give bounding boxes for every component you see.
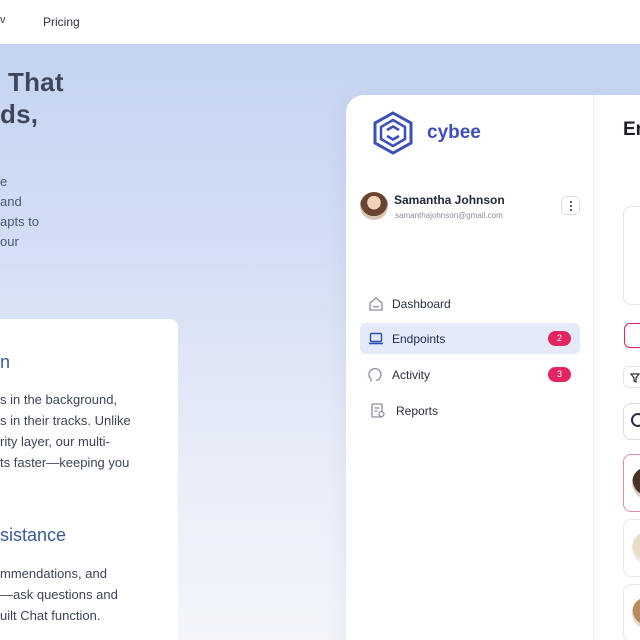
action-button[interactable] (624, 323, 640, 348)
hero-description-line: e (0, 174, 8, 189)
feature-body-line: —ask questions and (0, 587, 118, 602)
feature-body-line: uilt Chat function. (0, 608, 101, 623)
hero-headline: That ds, (0, 66, 64, 130)
avatar (632, 597, 640, 629)
sidebar-item-endpoints[interactable]: Endpoints 2 (360, 323, 580, 354)
kebab-dot (570, 205, 572, 207)
sidebar-item-dashboard[interactable]: Dashboard (360, 288, 580, 319)
hero-description-line: apts to (0, 214, 40, 229)
feature-body-line: ts faster—keeping you (0, 455, 130, 470)
cybee-logo-icon (373, 111, 413, 155)
laptop-icon (369, 332, 383, 345)
sidebar-item-label: Reports (396, 404, 439, 418)
feature-body-line: mmendations, and (0, 566, 107, 581)
status-badge: 3 (548, 367, 571, 382)
top-nav: v Pricing (0, 0, 640, 44)
page-title: En (623, 119, 640, 140)
avatar (632, 467, 640, 499)
user-email: samanthajohnson@gmail.com (395, 211, 503, 220)
feature-card: n s in the background, s in their tracks… (0, 319, 178, 640)
chevron-down-icon[interactable]: v (0, 14, 6, 26)
status-badge: 2 (548, 331, 571, 346)
sidebar-item-activity[interactable]: Activity 3 (360, 359, 580, 390)
feature-body-line: s in their tracks. Unlike (0, 413, 131, 428)
filter-icon (630, 373, 640, 383)
feature-body: s in the background, s in their tracks. … (0, 389, 131, 473)
more-options-button[interactable] (561, 196, 580, 215)
kebab-dot (570, 209, 572, 211)
avatar[interactable] (360, 192, 388, 220)
reports-icon (371, 403, 385, 418)
avatar (632, 532, 640, 564)
logo-text: cybee (427, 122, 481, 143)
hero-description-line: our (0, 234, 19, 249)
sidebar-item-label: Dashboard (392, 297, 451, 311)
hero-headline-line: ds, (0, 99, 39, 129)
app-window: cybee Samantha Johnson samanthajohnson@g… (346, 95, 640, 640)
feature-body-line: s in the background, (0, 392, 118, 407)
feature-body-line: rity layer, our multi- (0, 434, 110, 449)
feature-title: sistance (0, 525, 67, 545)
feature-body: mmendations, and —ask questions and uilt… (0, 563, 118, 626)
sidebar: cybee Samantha Johnson samanthajohnson@g… (346, 95, 594, 640)
nav-link-pricing[interactable]: Pricing (43, 15, 80, 29)
sidebar-item-reports[interactable]: Reports (360, 395, 580, 426)
list-item[interactable] (623, 584, 640, 640)
hero-description-line: and (0, 194, 22, 209)
sidebar-item-label: Activity (392, 368, 431, 382)
user-name: Samantha Johnson (394, 193, 505, 207)
content-panel (623, 206, 640, 305)
kebab-dot (570, 201, 572, 203)
list-item[interactable] (623, 519, 640, 577)
feature-title: n (0, 352, 11, 372)
filter-button[interactable] (623, 366, 640, 388)
sidebar-item-label: Endpoints (392, 332, 446, 346)
home-icon (369, 297, 383, 311)
hero-headline-line: That (8, 67, 64, 97)
list-item[interactable] (623, 454, 640, 512)
search-input[interactable] (623, 403, 640, 440)
hero-description: e and apts to our (0, 172, 60, 252)
search-icon (631, 413, 640, 427)
activity-icon (368, 367, 382, 382)
